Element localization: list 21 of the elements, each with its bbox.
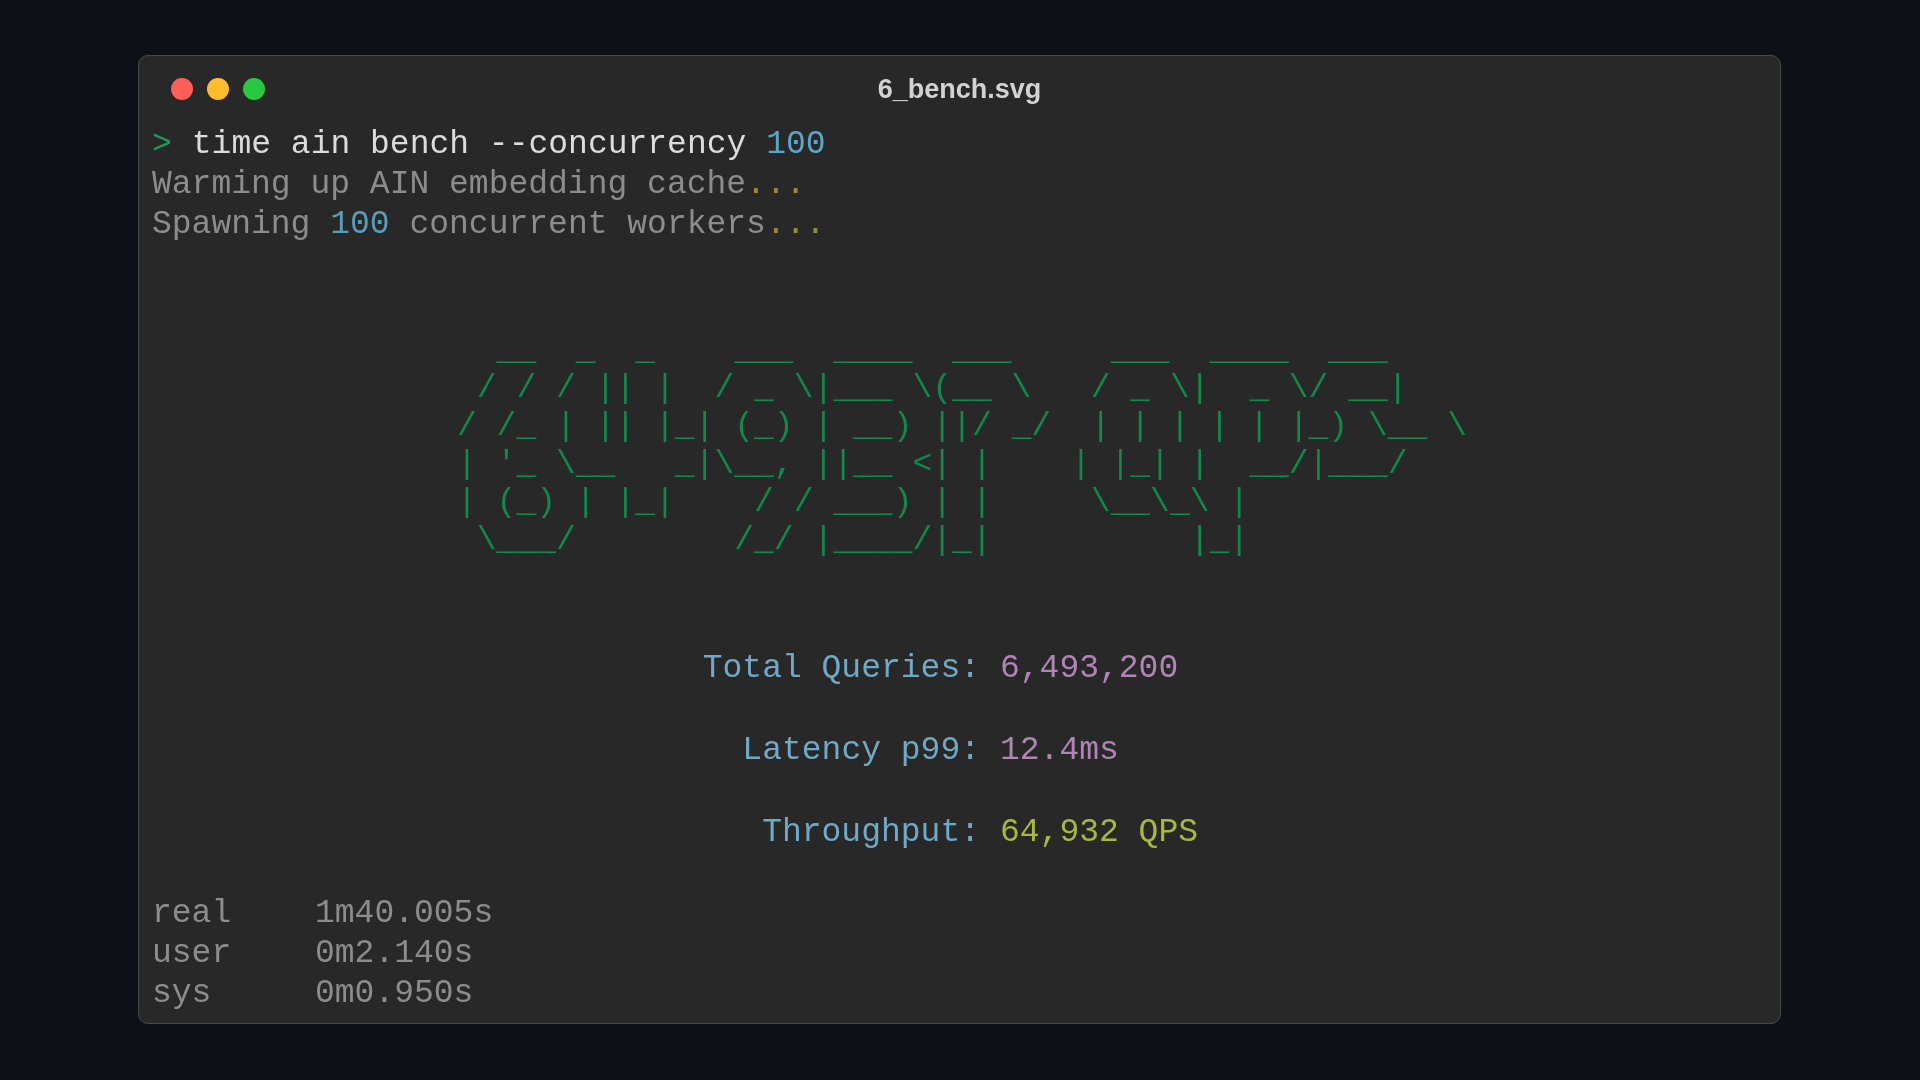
- timing-label: real: [152, 894, 232, 934]
- timing-label: sys: [152, 974, 212, 1014]
- output-line: Warming up AIN embedding cache...: [152, 165, 806, 205]
- stat-value: 6,493,200: [1000, 649, 1179, 689]
- output-line: Spawning 100 concurrent workers...: [152, 205, 826, 245]
- window-title: 6_bench.svg: [877, 72, 1042, 106]
- stat-label: Total Queries:: [702, 649, 980, 689]
- command-text: time ain bench --concurrency 100: [191, 125, 826, 165]
- stat-label: Throughput:: [762, 813, 980, 853]
- ascii-art-text: __ _ _ ___ ____ ___ ___ ____ ___ / / / || | / _ \|___ \(__ \ / _ \| _ \/ __| / /_ | || |_| (_) | __) ||/ _/ | | | | | |_) \__ \ | '_ \__ _|\__, ||__ <| | | |_| | __/|___/ | (_) | |_| / / ___) | | \__\_\ | \___/ /_/ |____/|_| |_|: [457, 332, 1467, 560]
- prompt-symbol: >: [152, 125, 172, 165]
- stat-label: Latency p99:: [742, 731, 980, 771]
- close-button[interactable]: [171, 78, 193, 100]
- timing-label: user: [152, 934, 232, 974]
- zoom-button[interactable]: [243, 78, 265, 100]
- minimize-button[interactable]: [207, 78, 229, 100]
- stat-value: 64,932 QPS: [1000, 813, 1199, 853]
- timing-value: 1m40.005s: [315, 894, 494, 934]
- timing-value: 0m2.140s: [315, 934, 474, 974]
- stat-value: 12.4ms: [1000, 731, 1119, 771]
- timing-value: 0m0.950s: [315, 974, 474, 1014]
